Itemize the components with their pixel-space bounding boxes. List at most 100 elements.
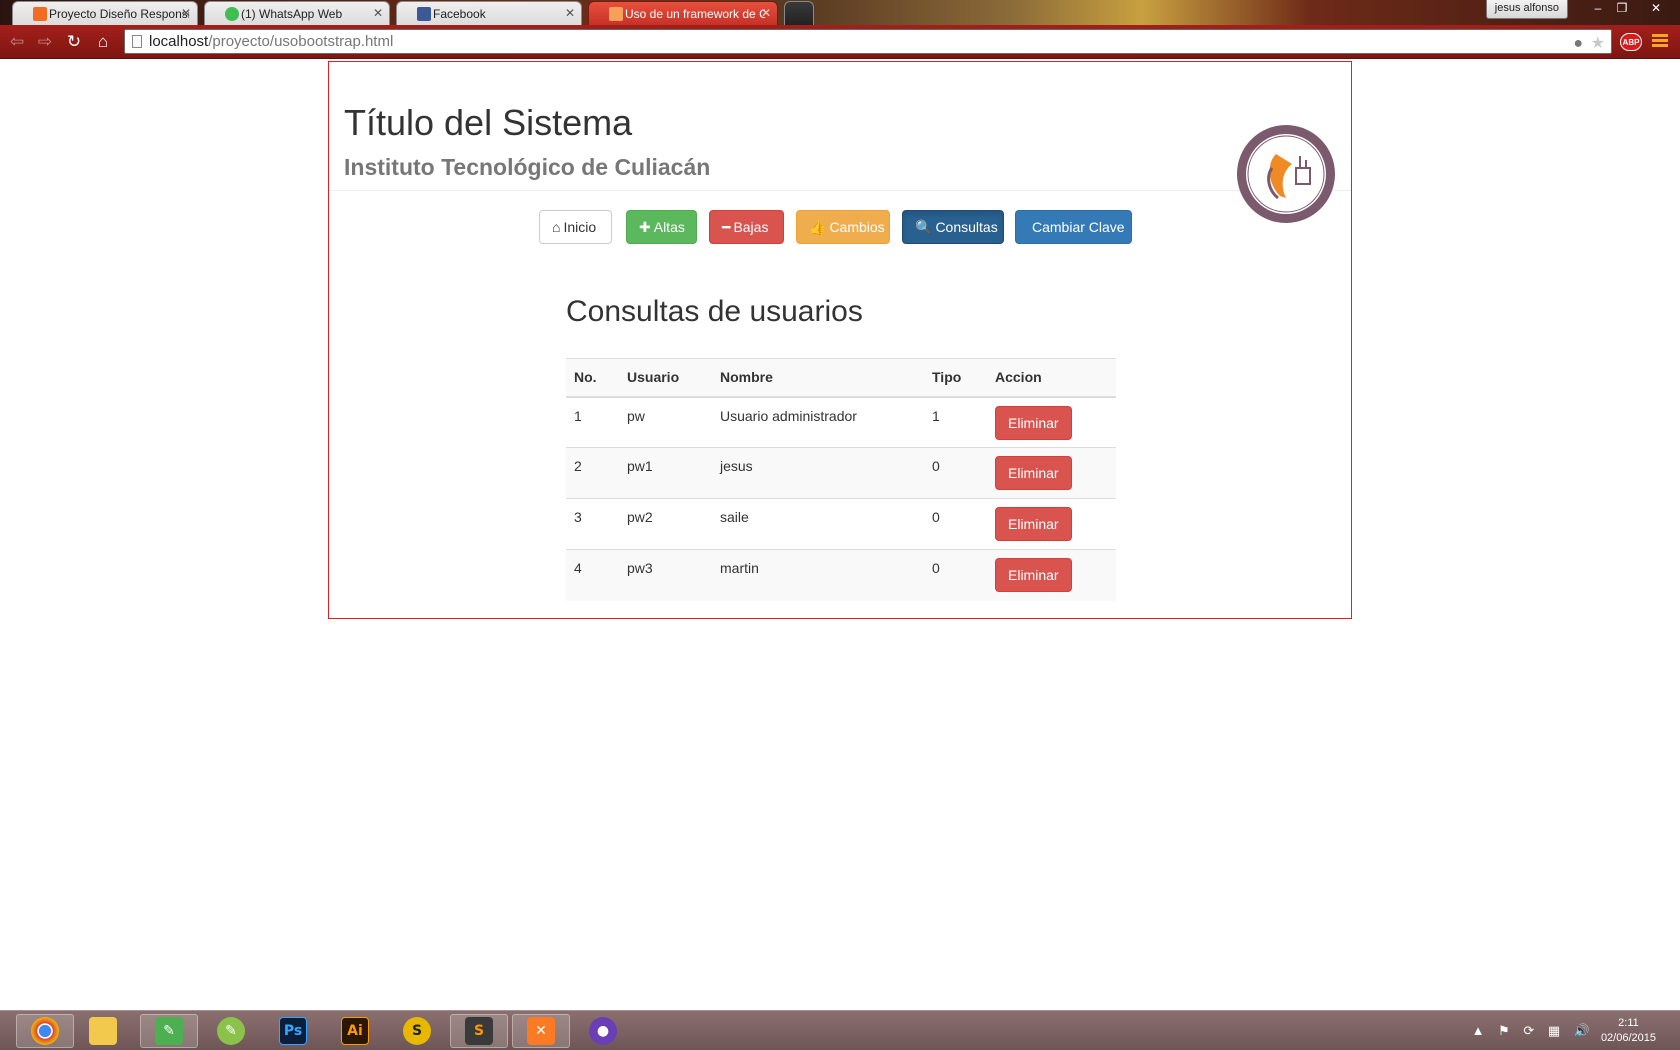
eliminar-button[interactable]: Eliminar [995,507,1072,541]
home-icon[interactable]: ⌂ [92,31,114,53]
taskbar-photoshop[interactable]: Ps [264,1014,322,1048]
page-subtitle: Instituto Tecnológico de Culiacán [344,154,711,180]
tab-label: (1) WhatsApp Web [241,7,343,21]
clock-time: 2:11 [1618,1017,1639,1029]
taskbar-sublime-text[interactable]: S [450,1014,508,1048]
taskbar-chrome[interactable] [16,1014,74,1048]
coreldraw-icon: ✎ [155,1017,183,1045]
cell-accion: Eliminar [987,498,1116,550]
cell-no: 2 [566,447,619,499]
tray-expand-icon[interactable]: ▲ [1472,1023,1485,1038]
url-path: /proyecto/usobootstrap.html [208,33,394,50]
table-row: 1 pw Usuario administrador 1 Eliminar [566,396,1116,448]
tab-label: Facebook [433,7,486,21]
tab-facebook[interactable]: Facebook ✕ [396,1,582,25]
column-header-usuario: Usuario [619,358,712,398]
flag-icon[interactable]: ⚑ [1498,1023,1510,1038]
cambios-button[interactable]: 👍 Cambios [796,210,890,244]
network-icon[interactable]: ▦ [1548,1023,1560,1038]
table-row: 4 pw3 martin 0 Eliminar [566,549,1116,601]
close-icon[interactable]: ✕ [565,6,575,20]
volume-icon[interactable]: 🔊 [1574,1023,1590,1038]
adblock-plus-icon[interactable]: ABP [1620,33,1642,51]
close-window-icon[interactable]: ✕ [1642,0,1670,18]
taskbar-coreldraw[interactable]: ✎ [140,1014,198,1048]
cell-accion: Eliminar [987,447,1116,499]
browser-toolbar: ⇦ ⇨ ↻ ⌂ localhost/proyecto/usobootstrap.… [0,25,1680,59]
page-container: Título del Sistema Instituto Tecnológico… [328,61,1352,619]
taskbar-sublime-alt[interactable]: S [388,1014,446,1048]
cell-no: 4 [566,549,619,601]
cell-usuario: pw [619,396,712,448]
tab-label: Proyecto Diseño Responsi [49,7,189,21]
cell-accion: Eliminar [987,396,1116,448]
back-icon[interactable]: ⇦ [6,31,28,53]
taskbar-corel[interactable]: ✎ [202,1014,260,1048]
bajas-button[interactable]: ━ Bajas [709,210,784,244]
column-header-accion: Accion [987,358,1116,398]
users-table: No. Usuario Nombre Tipo Accion 1 pw Usua… [566,358,1116,601]
column-header-nombre: Nombre [712,358,924,398]
home-icon: ⌂ [552,219,561,235]
facebook-icon [417,7,431,21]
taskbar-cat-app[interactable]: ● [574,1014,632,1048]
cell-nombre: jesus [712,447,924,499]
xampp-icon [33,7,47,21]
browser-tab-strip: Proyecto Diseño Responsi ✕ (1) WhatsApp … [0,0,1680,25]
xampp-icon [609,7,623,21]
eliminar-button[interactable]: Eliminar [995,456,1072,490]
forward-icon[interactable]: ⇨ [34,31,56,53]
reload-icon[interactable]: ↻ [63,31,85,53]
tab-uso-framework[interactable]: Uso de un framework de C ✕ [588,1,778,25]
page-title: Título del Sistema [344,102,633,143]
inicio-button[interactable]: ⌂ Inicio [539,210,612,244]
taskbar-illustrator[interactable]: Ai [326,1014,384,1048]
close-icon[interactable]: ✕ [761,6,771,20]
institute-seal-logo [1237,125,1335,223]
taskbar-xampp[interactable]: ✕ [512,1014,570,1048]
eliminar-button[interactable]: Eliminar [995,405,1072,440]
profile-name[interactable]: jesus alfonso [1485,0,1568,19]
photoshop-icon: Ps [279,1017,307,1045]
clock[interactable]: 2:11 02/06/2015 [1601,1016,1656,1046]
taskbar-file-explorer[interactable] [74,1014,132,1048]
altas-label: Altas [653,219,685,235]
tab-proyecto-diseno[interactable]: Proyecto Diseño Responsi ✕ [12,1,198,25]
bajas-label: Bajas [733,219,769,235]
cell-accion: Eliminar [987,549,1116,601]
sync-icon[interactable]: ⟳ [1523,1023,1534,1038]
cell-tipo: 0 [924,498,987,550]
clock-date: 02/06/2015 [1600,1032,1656,1044]
cell-nombre: Usuario administrador [712,396,924,448]
cambios-label: Cambios [829,219,885,235]
close-icon[interactable]: ✕ [373,6,383,20]
tab-whatsapp[interactable]: (1) WhatsApp Web ✕ [204,1,390,25]
corel-icon: ✎ [217,1017,245,1045]
address-bar[interactable]: localhost/proyecto/usobootstrap.html ● ★ [124,29,1612,54]
close-icon[interactable]: ✕ [181,6,191,20]
cell-tipo: 0 [924,549,987,601]
altas-button[interactable]: ✚ Altas [626,210,697,244]
search-icon: 🔍 [915,219,933,235]
bookmark-star-icon[interactable]: ★ [1591,32,1605,55]
whatsapp-icon [225,7,239,21]
consultas-button[interactable]: 🔍 Consultas [902,210,1004,244]
chrome-icon [31,1017,59,1045]
cell-no: 3 [566,498,619,550]
url-host: localhost [149,33,209,50]
cell-nombre: saile [712,498,924,550]
sublime-text-icon: S [465,1017,493,1045]
cambiar-clave-label: Cambiar Clave [1032,219,1125,235]
eliminar-button[interactable]: Eliminar [995,558,1072,592]
column-header-tipo: Tipo [924,358,987,398]
menu-icon[interactable] [1652,34,1668,48]
new-tab-button[interactable] [784,1,814,25]
page-viewport: Título del Sistema Instituto Tecnológico… [0,60,1680,1010]
cambiar-clave-button[interactable]: Cambiar Clave [1015,210,1132,244]
cell-tipo: 0 [924,447,987,499]
cell-usuario: pw3 [619,549,712,601]
page-icon [132,35,142,48]
info-icon[interactable]: ● [1573,32,1583,55]
cat-app-icon: ● [589,1017,617,1045]
maximize-icon[interactable]: ❐ [1608,0,1636,18]
